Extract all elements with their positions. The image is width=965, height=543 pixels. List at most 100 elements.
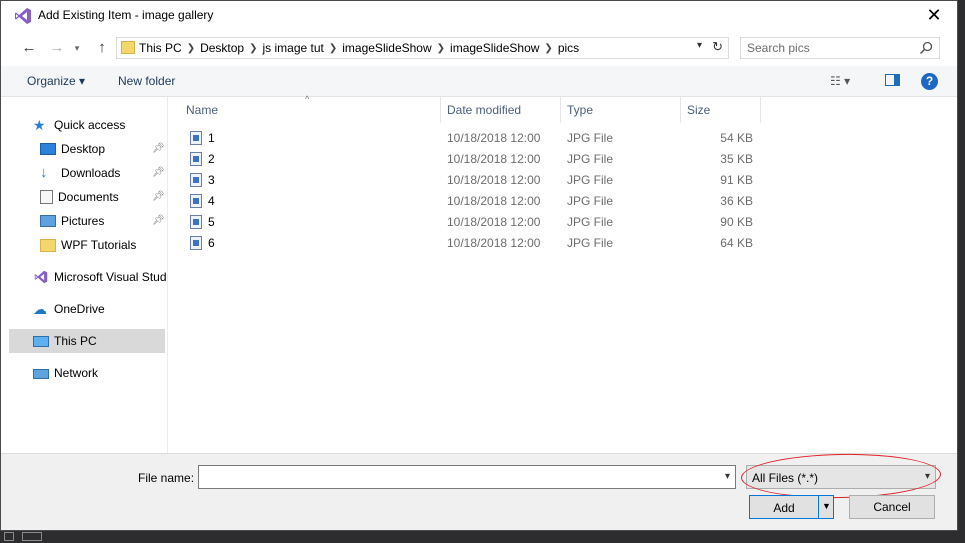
nav-item-this-pc[interactable]: This PC <box>9 329 165 353</box>
file-date: 10/18/2018 12:00 <box>447 173 541 187</box>
file-size: 54 KB <box>720 131 753 145</box>
computer-icon <box>33 335 49 347</box>
file-size: 35 KB <box>720 152 753 166</box>
breadcrumb-item[interactable]: pics <box>558 41 579 55</box>
nav-item-onedrive[interactable]: ☁ OneDrive <box>33 298 105 320</box>
breadcrumb-item[interactable]: Desktop <box>200 41 244 55</box>
column-header-type[interactable]: Type <box>567 97 593 123</box>
image-file-icon <box>190 194 202 208</box>
nav-item-wpf-tutorials[interactable]: WPF Tutorials <box>40 234 136 256</box>
up-arrow-icon[interactable]: ↑ <box>92 38 112 58</box>
nav-item-pictures[interactable]: Pictures <box>40 210 104 232</box>
split-divider <box>818 496 819 518</box>
file-name-combo[interactable]: ▾ <box>198 465 736 489</box>
new-folder-button[interactable]: New folder <box>118 74 175 88</box>
network-icon <box>33 369 49 379</box>
recent-locations-chevron-icon[interactable]: ▾ <box>67 38 87 58</box>
chevron-right-icon[interactable]: ❯ <box>329 43 337 54</box>
column-header-size[interactable]: Size <box>687 97 710 123</box>
file-name: 1 <box>208 131 215 145</box>
nav-item-visual-studio[interactable]: Microsoft Visual Studio <box>33 266 167 288</box>
nav-item-label: Downloads <box>61 166 121 180</box>
cancel-button[interactable]: Cancel <box>849 495 935 519</box>
file-size: 90 KB <box>720 215 753 229</box>
add-options-arrow-icon[interactable]: ▼ <box>822 501 831 511</box>
file-name: 2 <box>208 152 215 166</box>
file-name-input[interactable] <box>203 469 703 485</box>
file-name-panel: File name: ▾ All Files (*.*) ▾ Add ▼ Can… <box>1 452 957 530</box>
nav-item-downloads[interactable]: ↓ Downloads <box>40 162 120 184</box>
folder-icon <box>121 41 135 54</box>
breadcrumb-item[interactable]: imageSlideShow <box>342 41 431 55</box>
file-name: 3 <box>208 173 215 187</box>
file-row[interactable]: 6 10/18/2018 12:00 JPG File 64 KB <box>186 233 766 254</box>
breadcrumb-item[interactable]: imageSlideShow <box>450 41 539 55</box>
column-divider[interactable] <box>680 97 681 123</box>
change-view-icon[interactable]: ☷ ▾ <box>830 74 850 88</box>
pin-icon[interactable]: 📌︎ <box>152 167 165 178</box>
breadcrumb-item[interactable]: This PC <box>139 41 182 55</box>
nav-item-label: Network <box>54 366 99 380</box>
pin-icon[interactable]: 📌︎ <box>152 215 165 226</box>
preview-pane-icon[interactable] <box>885 74 900 86</box>
search-input[interactable] <box>747 40 907 56</box>
chevron-down-icon[interactable]: ▾ <box>697 40 702 51</box>
chevron-right-icon[interactable]: ❯ <box>437 43 445 54</box>
file-row[interactable]: 5 10/18/2018 12:00 JPG File 90 KB <box>186 212 766 233</box>
refresh-icon[interactable]: ↻ <box>712 39 723 55</box>
chevron-down-icon[interactable]: ▾ <box>725 471 730 482</box>
file-list[interactable]: ^ Name Date modified Type Size 1 10/18/2… <box>168 94 957 453</box>
background-status-strip <box>0 531 965 543</box>
star-icon: ★ <box>33 117 46 133</box>
chevron-right-icon[interactable]: ❯ <box>544 43 552 54</box>
nav-item-label: OneDrive <box>54 302 105 316</box>
nav-item-documents[interactable]: Documents <box>40 186 119 208</box>
title-bar[interactable]: Add Existing Item - image gallery ✕ <box>1 1 957 31</box>
file-type: JPG File <box>567 152 614 166</box>
column-header-name[interactable]: Name <box>186 97 218 123</box>
file-type: JPG File <box>567 173 614 187</box>
file-name: 6 <box>208 236 215 250</box>
close-icon[interactable]: ✕ <box>923 5 945 25</box>
file-size: 91 KB <box>720 173 753 187</box>
forward-arrow-icon[interactable]: → <box>47 38 67 58</box>
help-icon[interactable]: ? <box>921 73 938 90</box>
nav-item-network[interactable]: Network <box>33 362 98 384</box>
file-row[interactable]: 1 10/18/2018 12:00 JPG File 54 KB <box>186 128 766 149</box>
column-divider[interactable] <box>760 97 761 123</box>
file-name-label: File name: <box>138 471 195 485</box>
chevron-right-icon[interactable]: ❯ <box>249 43 257 54</box>
file-row[interactable]: 4 10/18/2018 12:00 JPG File 36 KB <box>186 191 766 212</box>
nav-item-quick-access[interactable]: ★ Quick access <box>33 114 125 136</box>
pictures-icon <box>40 215 56 227</box>
file-date: 10/18/2018 12:00 <box>447 215 541 229</box>
file-type: JPG File <box>567 194 614 208</box>
file-date: 10/18/2018 12:00 <box>447 194 541 208</box>
organize-button[interactable]: Organize ▾ <box>27 74 85 88</box>
column-divider[interactable] <box>440 97 441 123</box>
pin-icon[interactable]: 📌︎ <box>152 143 165 154</box>
file-type-filter-select[interactable]: All Files (*.*) ▾ <box>746 465 936 489</box>
add-button[interactable]: Add ▼ <box>749 495 834 519</box>
column-divider[interactable] <box>560 97 561 123</box>
column-header-date-modified[interactable]: Date modified <box>447 97 521 123</box>
pin-icon[interactable]: 📌︎ <box>152 191 165 202</box>
command-bar: Organize ▾ New folder ☷ ▾ ? <box>1 66 957 97</box>
address-bar[interactable]: This PC ❯ Desktop ❯ js image tut ❯ image… <box>116 37 729 59</box>
search-box[interactable] <box>740 37 940 59</box>
image-file-icon <box>190 152 202 166</box>
file-type: JPG File <box>567 215 614 229</box>
nav-item-label: Pictures <box>61 214 105 228</box>
back-arrow-icon[interactable]: ← <box>19 38 39 58</box>
file-name: 4 <box>208 194 215 208</box>
breadcrumb-item[interactable]: js image tut <box>263 41 324 55</box>
chevron-down-icon[interactable]: ▾ <box>925 471 930 482</box>
chevron-right-icon[interactable]: ❯ <box>187 43 195 54</box>
file-row[interactable]: 3 10/18/2018 12:00 JPG File 91 KB <box>186 170 766 191</box>
folder-icon <box>40 238 56 252</box>
nav-item-desktop[interactable]: Desktop <box>40 138 105 160</box>
navigation-pane: ★ Quick access Desktop 📌︎ ↓ Downloads 📌︎… <box>1 97 168 453</box>
file-row[interactable]: 2 10/18/2018 12:00 JPG File 35 KB <box>186 149 766 170</box>
image-file-icon <box>190 131 202 145</box>
add-existing-item-dialog: Add Existing Item - image gallery ✕ ← → … <box>0 0 958 531</box>
